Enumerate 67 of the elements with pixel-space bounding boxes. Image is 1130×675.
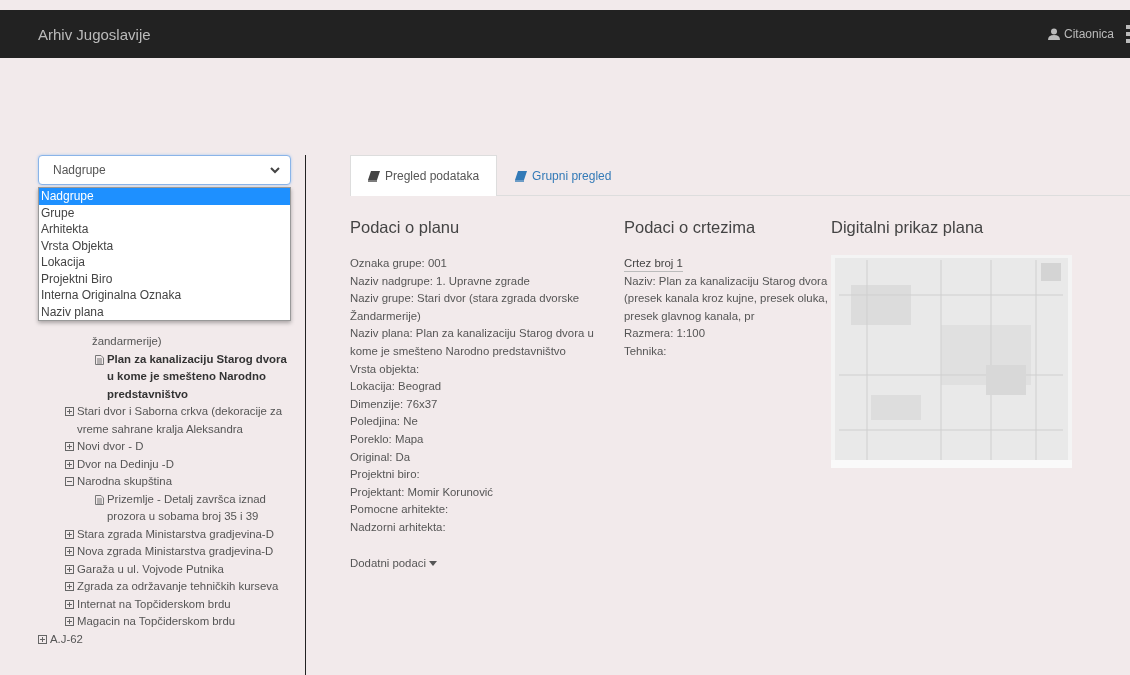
info-line: Oznaka grupe: 001 (350, 256, 448, 271)
tree-item[interactable]: Stara zgrada Ministarstva gradjevina-D (77, 525, 291, 543)
info-line: Original: Da (350, 449, 412, 465)
tree-item[interactable]: Novi dvor - D (77, 438, 291, 456)
tree-item[interactable]: Prizemlje - Detalj završca iznad prozora u sobama broj 35 i 39 (107, 490, 291, 526)
expand-icon[interactable] (38, 634, 47, 644)
section-heading: Digitalni prikaz plana (831, 217, 985, 238)
menu-icon[interactable] (1126, 25, 1130, 43)
caret-icon (429, 560, 437, 566)
tab[interactable]: Pregled podataka (350, 155, 498, 196)
tree-item[interactable]: Plan za kanalizaciju Starog dvora u kome je smešteno Narodno predstavništvo (107, 350, 291, 403)
info-line: Poledjina: Ne (350, 414, 419, 430)
info-line: Naziv nadgrupe: 1. Upravne zgrade (350, 273, 531, 289)
filter-select[interactable]: Nadgrupe (38, 155, 291, 185)
drawing-link[interactable]: Crtez broj 1 (624, 255, 683, 272)
dropdown-option[interactable]: Arhitekta (39, 221, 290, 238)
tree-item[interactable]: Stari dvor i Saborna crkva (dekoracije za vreme sahrane kralja Aleksandra (77, 403, 291, 438)
info-line: Lokacija: Beograd (350, 379, 443, 395)
expand-icon[interactable] (65, 407, 74, 416)
info-line: Vrsta objekta: (350, 361, 421, 377)
info-line: Naziv: Plan za kanalizaciju Starog dvora (presek kanala kroz kujne, presek oluka, presek glavnog kanala, pr (624, 273, 829, 324)
dropdown-option[interactable]: Interna Originalna Oznaka (39, 287, 290, 304)
tree-item[interactable]: Internat na Topčiderskom brdu (77, 595, 291, 613)
dropdown-option[interactable]: Grupe (39, 204, 290, 221)
info-line: Naziv plana: Plan za kanalizaciju Starog dvora u kome je smešteno Narodno predstavništvo (350, 326, 595, 359)
tree-item[interactable]: Zgrada za održavanje tehničkih kurseva (77, 578, 291, 596)
tree-item[interactable]: Magacin na Topčiderskom brdu (77, 613, 291, 631)
tree-item[interactable]: Garaža u ul. Vojvode Putnika (77, 560, 291, 578)
tree-item[interactable]: A.J-62 (50, 630, 291, 648)
dropdown-option[interactable]: Vrsta Objekta (39, 237, 290, 254)
user-icon (1047, 28, 1060, 40)
info-line: Nadzorni arhitekta: (350, 519, 447, 535)
more-data-link[interactable]: Dodatni podaci (350, 554, 437, 573)
section-heading: Podaci o crtezima (624, 217, 757, 238)
info-line: Tehnika: (624, 343, 668, 359)
book-icon (515, 170, 528, 182)
section-heading: Podaci o planu (350, 217, 461, 238)
app-title[interactable]: Arhiv Jugoslavije (38, 25, 151, 43)
expand-icon[interactable] (65, 599, 74, 609)
tree-item[interactable]: žandarmerije) (92, 333, 291, 351)
info-line: Pomocne arhitekte: (350, 502, 450, 518)
chevron-down-icon (270, 166, 280, 174)
document-icon (95, 354, 104, 365)
info-line: Dimenzije: 76x37 (350, 396, 439, 412)
expand-icon[interactable] (65, 529, 74, 539)
dropdown-option[interactable]: Naziv plana (39, 303, 290, 320)
expand-icon[interactable] (65, 547, 74, 556)
dropdown-option[interactable]: Projektni Biro (39, 270, 290, 287)
tree-item[interactable]: Dvor na Dedinju -D (77, 455, 291, 473)
book-icon (368, 170, 380, 182)
collapse-icon[interactable] (65, 477, 74, 486)
expand-icon[interactable] (65, 459, 74, 469)
expand-icon[interactable] (65, 582, 74, 591)
expand-icon[interactable] (65, 442, 74, 451)
expand-icon[interactable] (65, 564, 74, 574)
info-line: Projektni biro: (350, 467, 421, 483)
document-icon (95, 494, 104, 505)
tree-item[interactable]: Narodna skupština (77, 473, 291, 491)
info-line: Projektant: Momir Korunović (350, 484, 495, 500)
tree-item[interactable]: Nova zgrada Ministarstva gradjevina-D (77, 543, 291, 561)
info-line: Razmera: 1:100 (624, 326, 707, 342)
user-link[interactable]: Citaonica (1047, 27, 1114, 41)
info-line: Poreklo: Mapa (350, 431, 425, 447)
dropdown-option[interactable]: Lokacija (39, 254, 290, 271)
expand-icon[interactable] (65, 617, 74, 626)
info-line: Naziv grupe: Stari dvor (stara zgrada dvorske Žandarmerije) (350, 291, 581, 324)
tab[interactable]: Grupni pregled (497, 155, 630, 196)
